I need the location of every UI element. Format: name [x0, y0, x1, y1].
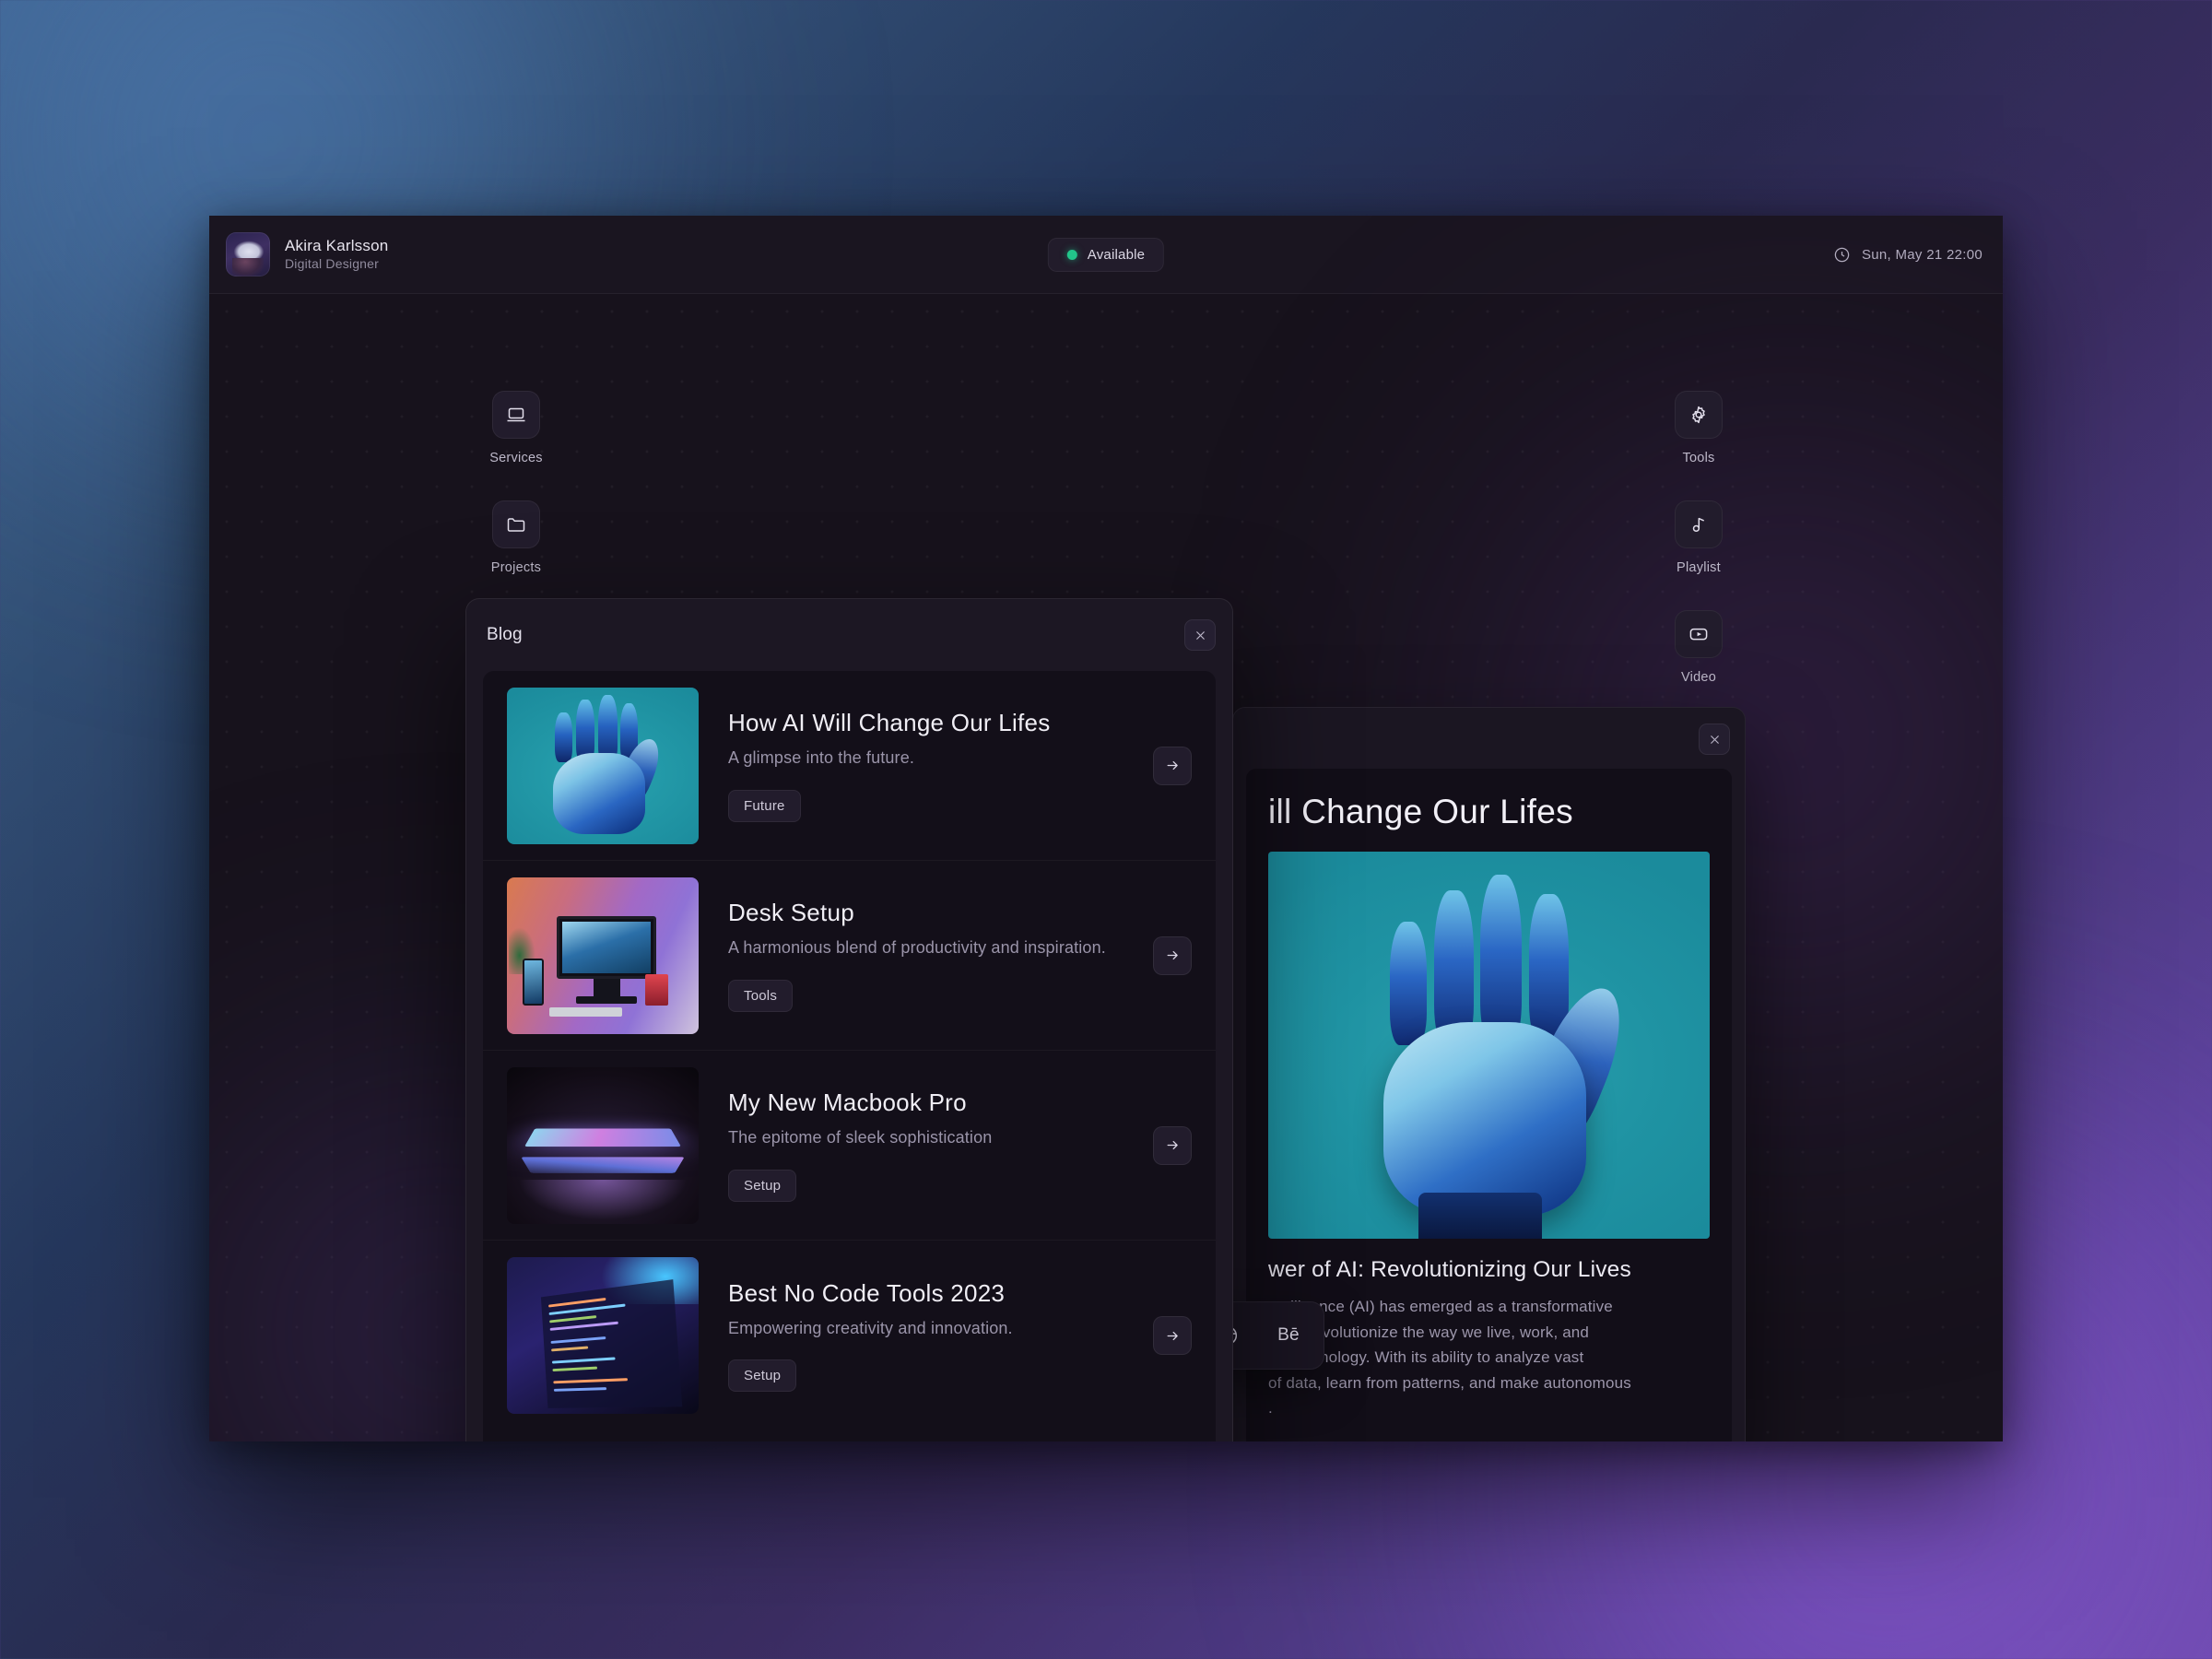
- gear-icon: [1675, 391, 1723, 439]
- folder-icon: [492, 500, 540, 548]
- sidebar-item-label: Services: [489, 451, 543, 465]
- sidebar-item-label: Tools: [1682, 451, 1714, 465]
- article-subheading: wer of AI: Revolutionizing Our Lives: [1268, 1257, 1710, 1283]
- sidebar-item-label: Playlist: [1677, 560, 1721, 575]
- close-icon[interactable]: [1699, 724, 1730, 755]
- sidebar-item-projects[interactable]: Projects: [465, 500, 567, 575]
- workspace-canvas: Services Projects Blog: [209, 294, 2003, 1441]
- clock: Sun, May 21 22:00: [1833, 246, 1983, 264]
- blog-post-list: How AI Will Change Our Lifes A glimpse i…: [483, 671, 1216, 1441]
- sidebar-item-services[interactable]: Services: [465, 391, 567, 465]
- list-item[interactable]: Desk Setup A harmonious blend of product…: [483, 861, 1216, 1051]
- list-item[interactable]: Best No Code Tools 2023 Empowering creat…: [483, 1241, 1216, 1430]
- sidebar-item-label: Video: [1681, 670, 1716, 685]
- post-description: The epitome of sleek sophistication: [728, 1125, 1124, 1151]
- status-label: Available: [1088, 247, 1145, 263]
- arrow-right-icon[interactable]: [1153, 936, 1192, 975]
- laptop-icon: [492, 391, 540, 439]
- clock-icon: [1833, 246, 1851, 264]
- behance-icon: Bē: [1277, 1325, 1300, 1346]
- page-title: Blog: [487, 625, 523, 645]
- status-badge[interactable]: Tools: [728, 980, 793, 1012]
- post-title: Best No Code Tools 2023: [728, 1279, 1124, 1308]
- list-item[interactable]: How AI Will Change Our Lifes A glimpse i…: [483, 671, 1216, 861]
- sidebar-item-tools[interactable]: Tools: [1648, 391, 1749, 465]
- post-description: A harmonious blend of productivity and i…: [728, 935, 1124, 961]
- post-title: My New Macbook Pro: [728, 1088, 1124, 1117]
- article-panel-header: [1233, 708, 1745, 772]
- app-header: Akira Karlsson Digital Designer Availabl…: [209, 216, 2003, 294]
- user-role: Digital Designer: [285, 255, 388, 273]
- clock-text: Sun, May 21 22:00: [1862, 247, 1983, 263]
- user-name: Akira Karlsson: [285, 236, 388, 255]
- play-box-icon: [1675, 610, 1723, 658]
- article-title: ill Change Our Lifes: [1268, 793, 1710, 831]
- arrow-right-icon[interactable]: [1153, 1126, 1192, 1165]
- app-window: Akira Karlsson Digital Designer Availabl…: [209, 216, 2003, 1441]
- sidebar-item-label: Projects: [491, 560, 541, 575]
- dock-item-behance[interactable]: Bē: [1264, 1311, 1313, 1360]
- post-title: How AI Will Change Our Lifes: [728, 709, 1124, 737]
- arrow-right-icon[interactable]: [1153, 1316, 1192, 1355]
- robot-hand-teal-photo: [507, 688, 699, 844]
- music-note-icon: [1675, 500, 1723, 548]
- article-body-text: ntelligence (AI) has emerged as a transf…: [1268, 1294, 1710, 1421]
- list-item[interactable]: My New Macbook Pro The epitome of sleek …: [483, 1051, 1216, 1241]
- sidebar-item-playlist[interactable]: Playlist: [1648, 500, 1749, 575]
- close-icon[interactable]: [1184, 619, 1216, 651]
- status-badge[interactable]: Setup: [728, 1359, 796, 1392]
- status-dot-icon: [1067, 250, 1077, 260]
- desk-monitor-photo: [507, 877, 699, 1034]
- status-badge[interactable]: Future: [728, 790, 801, 822]
- status-badge[interactable]: Setup: [728, 1170, 796, 1202]
- macbook-glow-photo: [507, 1067, 699, 1224]
- sidebar-item-video[interactable]: Video: [1648, 610, 1749, 685]
- avatar: [226, 232, 270, 276]
- post-description: Empowering creativity and innovation.: [728, 1316, 1124, 1342]
- post-description: A glimpse into the future.: [728, 746, 1124, 771]
- robot-hand-teal-photo: [1268, 852, 1710, 1239]
- arrow-right-icon[interactable]: [1153, 747, 1192, 785]
- code-editor-photo: [507, 1257, 699, 1414]
- post-title: Desk Setup: [728, 899, 1124, 927]
- status-badge[interactable]: Available: [1048, 238, 1164, 272]
- blog-modal-header: Blog: [466, 599, 1232, 671]
- user-identity[interactable]: Akira Karlsson Digital Designer: [209, 232, 388, 276]
- blog-modal: Blog How AI Will Change Our Lifes: [465, 598, 1233, 1441]
